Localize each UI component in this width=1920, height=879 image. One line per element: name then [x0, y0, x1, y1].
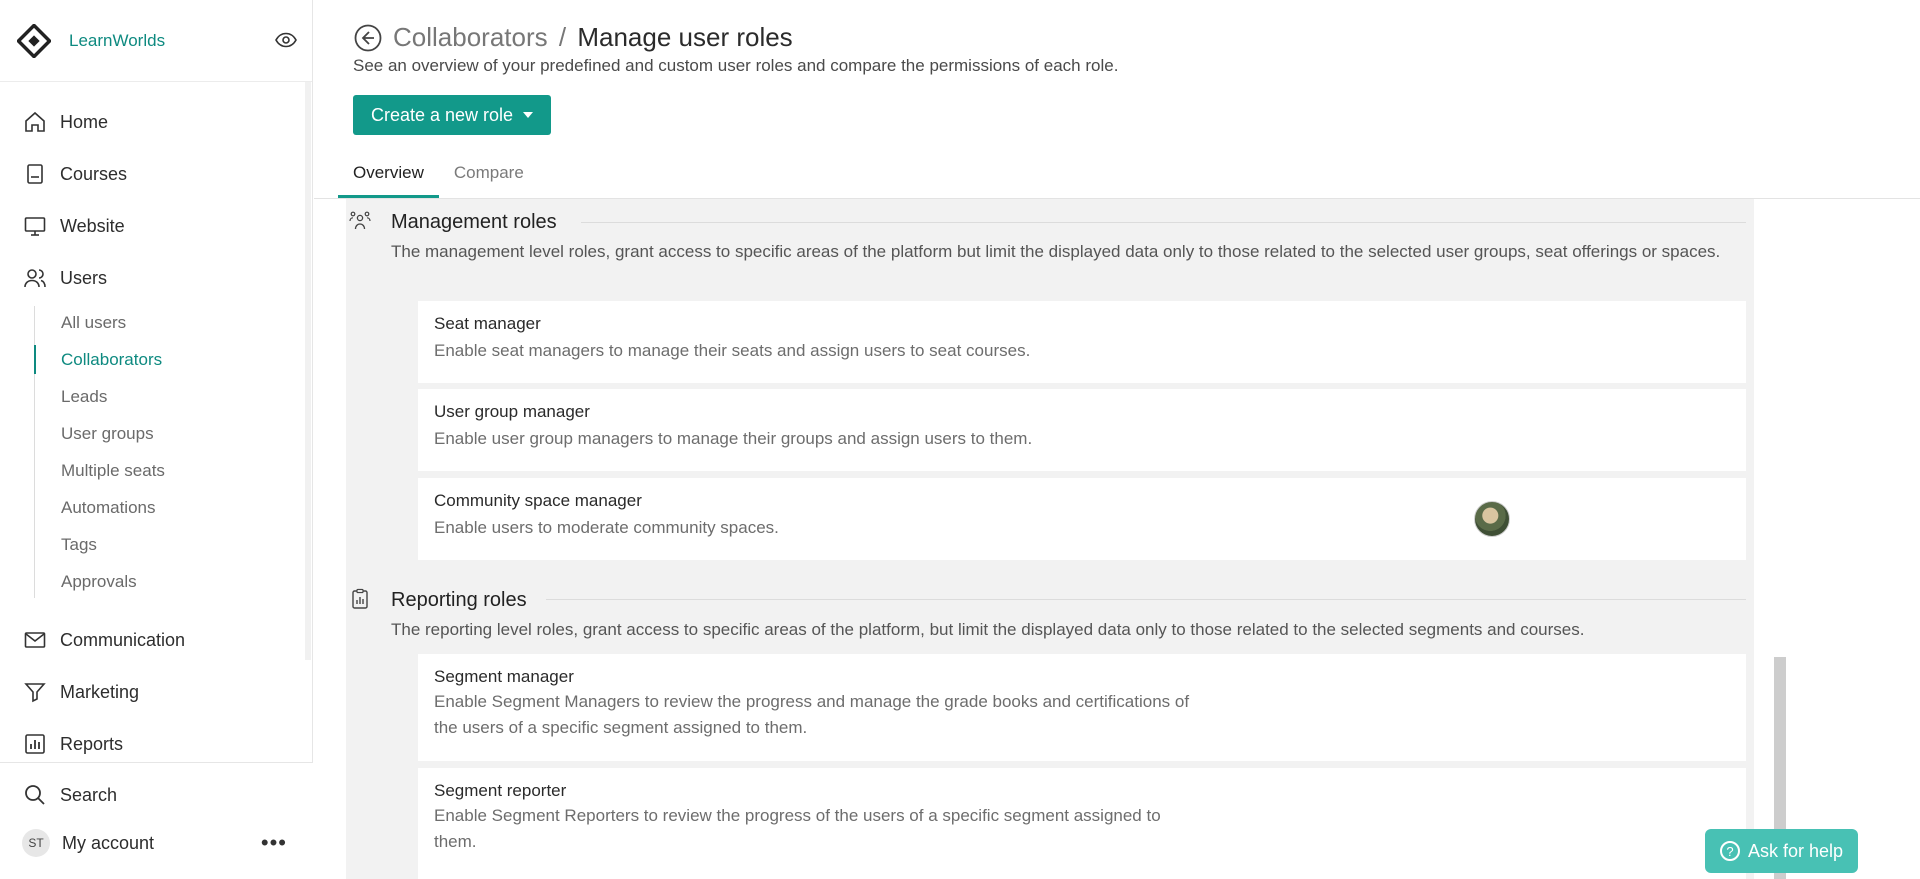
reporting-divider [546, 599, 1746, 600]
role-description: Enable seat managers to manage their sea… [434, 341, 1031, 360]
main-area: Collaborators / Manage user roles See an… [314, 0, 1920, 879]
management-divider [581, 222, 1746, 223]
title-row: Collaborators / Manage user roles [353, 22, 793, 53]
sidebar-item-label: Courses [60, 163, 128, 184]
tab-compare[interactable]: Compare [439, 148, 539, 198]
subnav-item-user-groups[interactable]: User groups [34, 415, 310, 452]
role-card-segment-reporter[interactable]: Segment reporter Enable Segment Reporter… [418, 768, 1746, 879]
home-icon [22, 109, 48, 135]
reporting-roles-icon [348, 587, 372, 611]
caret-down-icon [523, 112, 534, 118]
role-card-seat-manager[interactable]: Seat manager Enable seat managers to man… [418, 301, 1746, 383]
roles-panel: Management roles The management level ro… [346, 199, 1786, 879]
create-new-role-label: Create a new role [370, 104, 514, 125]
sidebar-nav: Home Courses Website Users All users Col… [0, 96, 310, 770]
management-roles-title: Management roles [391, 211, 557, 233]
create-new-role-button[interactable]: Create a new role [353, 95, 551, 135]
sidebar: LearnWorlds Home Courses Website Users A… [0, 0, 313, 879]
sidebar-item-home[interactable]: Home [0, 96, 310, 148]
sidebar-item-website[interactable]: Website [0, 200, 310, 252]
users-icon [22, 265, 48, 291]
role-title: User group manager [434, 402, 590, 421]
page-title-text: Manage user roles [577, 22, 793, 52]
breadcrumb-collaborators[interactable]: Collaborators [393, 22, 548, 52]
ask-for-help-button[interactable]: ? Ask for help [1705, 829, 1858, 873]
brand-name[interactable]: LearnWorlds [69, 31, 165, 51]
role-description: Enable user group managers to manage the… [434, 429, 1033, 448]
roles-content: Management roles The management level ro… [314, 199, 1920, 879]
question-mark-icon: ? [1719, 841, 1740, 861]
role-card-segment-manager[interactable]: Segment manager Enable Segment Managers … [418, 654, 1746, 761]
subnav-item-collaborators[interactable]: Collaborators [34, 341, 310, 378]
subnav-item-all-users[interactable]: All users [34, 304, 310, 341]
users-subnav: All users Collaborators Leads User group… [34, 304, 310, 600]
role-title: Segment manager [434, 667, 574, 686]
brand-header: LearnWorlds [0, 0, 312, 82]
role-title: Segment reporter [434, 781, 567, 800]
funnel-icon [22, 679, 48, 705]
subnav-item-automations[interactable]: Automations [34, 489, 310, 526]
sidebar-item-label: Marketing [60, 681, 140, 702]
sidebar-item-label: Communication [60, 629, 186, 650]
role-title: Seat manager [434, 314, 541, 333]
ask-for-help-label: Ask for help [1747, 840, 1844, 861]
sidebar-item-label: Search [60, 784, 118, 805]
page-header: Collaborators / Manage user roles See an… [314, 0, 1920, 199]
management-roles-icon [348, 209, 372, 233]
book-icon [22, 161, 48, 187]
subnav-item-multiple-seats[interactable]: Multiple seats [34, 452, 310, 489]
learnworlds-logo-icon[interactable] [17, 23, 51, 58]
role-description-line-1: Enable Segment Managers to review the pr… [434, 692, 1190, 711]
mail-icon [22, 627, 48, 653]
sidebar-scrollbar[interactable] [305, 82, 311, 660]
breadcrumb-separator: / [558, 22, 567, 52]
sidebar-item-my-account[interactable]: ST My account ••• [0, 819, 313, 867]
sidebar-item-courses[interactable]: Courses [0, 148, 310, 200]
role-card-community-space-manager[interactable]: Community space manager Enable users to … [418, 478, 1746, 560]
reporting-roles-description: The reporting level roles, grant access … [391, 620, 1585, 639]
subnav-item-approvals[interactable]: Approvals [34, 563, 310, 600]
sidebar-item-label: Users [60, 267, 108, 288]
subnav-item-leads[interactable]: Leads [34, 378, 310, 415]
role-card-user-group-manager[interactable]: User group manager Enable user group man… [418, 389, 1746, 471]
sidebar-item-label: Website [60, 215, 125, 236]
management-roles-description: The management level roles, grant access… [391, 242, 1721, 261]
page-subtitle: See an overview of your predefined and c… [353, 56, 1119, 75]
sidebar-item-marketing[interactable]: Marketing [0, 666, 310, 718]
back-arrow-icon[interactable] [353, 23, 383, 53]
tab-bar: Overview Compare [338, 148, 539, 198]
role-description-line-2: them. [434, 832, 477, 851]
monitor-icon [22, 213, 48, 239]
subnav-item-tags[interactable]: Tags [34, 526, 310, 563]
sidebar-item-search[interactable]: Search [0, 771, 313, 819]
role-description-line-2: the users of a specific segment assigned… [434, 718, 808, 737]
eye-icon[interactable] [274, 28, 298, 52]
more-options-icon[interactable]: ••• [261, 830, 287, 856]
sidebar-item-label: Reports [60, 733, 124, 754]
sidebar-item-label: My account [62, 832, 155, 853]
search-icon [22, 782, 48, 808]
role-title: Community space manager [434, 491, 642, 510]
sidebar-item-communication[interactable]: Communication [0, 614, 310, 666]
avatar: ST [22, 829, 50, 857]
tab-overview[interactable]: Overview [338, 148, 439, 198]
sidebar-item-users[interactable]: Users [0, 252, 310, 304]
assigned-user-avatar[interactable] [1474, 501, 1510, 537]
sidebar-item-label: Home [60, 111, 109, 132]
page-title: Collaborators / Manage user roles [393, 22, 793, 53]
role-description-line-1: Enable Segment Reporters to review the p… [434, 806, 1161, 825]
reports-icon [22, 731, 48, 757]
role-description: Enable users to moderate community space… [434, 518, 779, 537]
reporting-roles-title: Reporting roles [391, 589, 527, 611]
sidebar-bottom: Search ST My account ••• [0, 762, 313, 879]
